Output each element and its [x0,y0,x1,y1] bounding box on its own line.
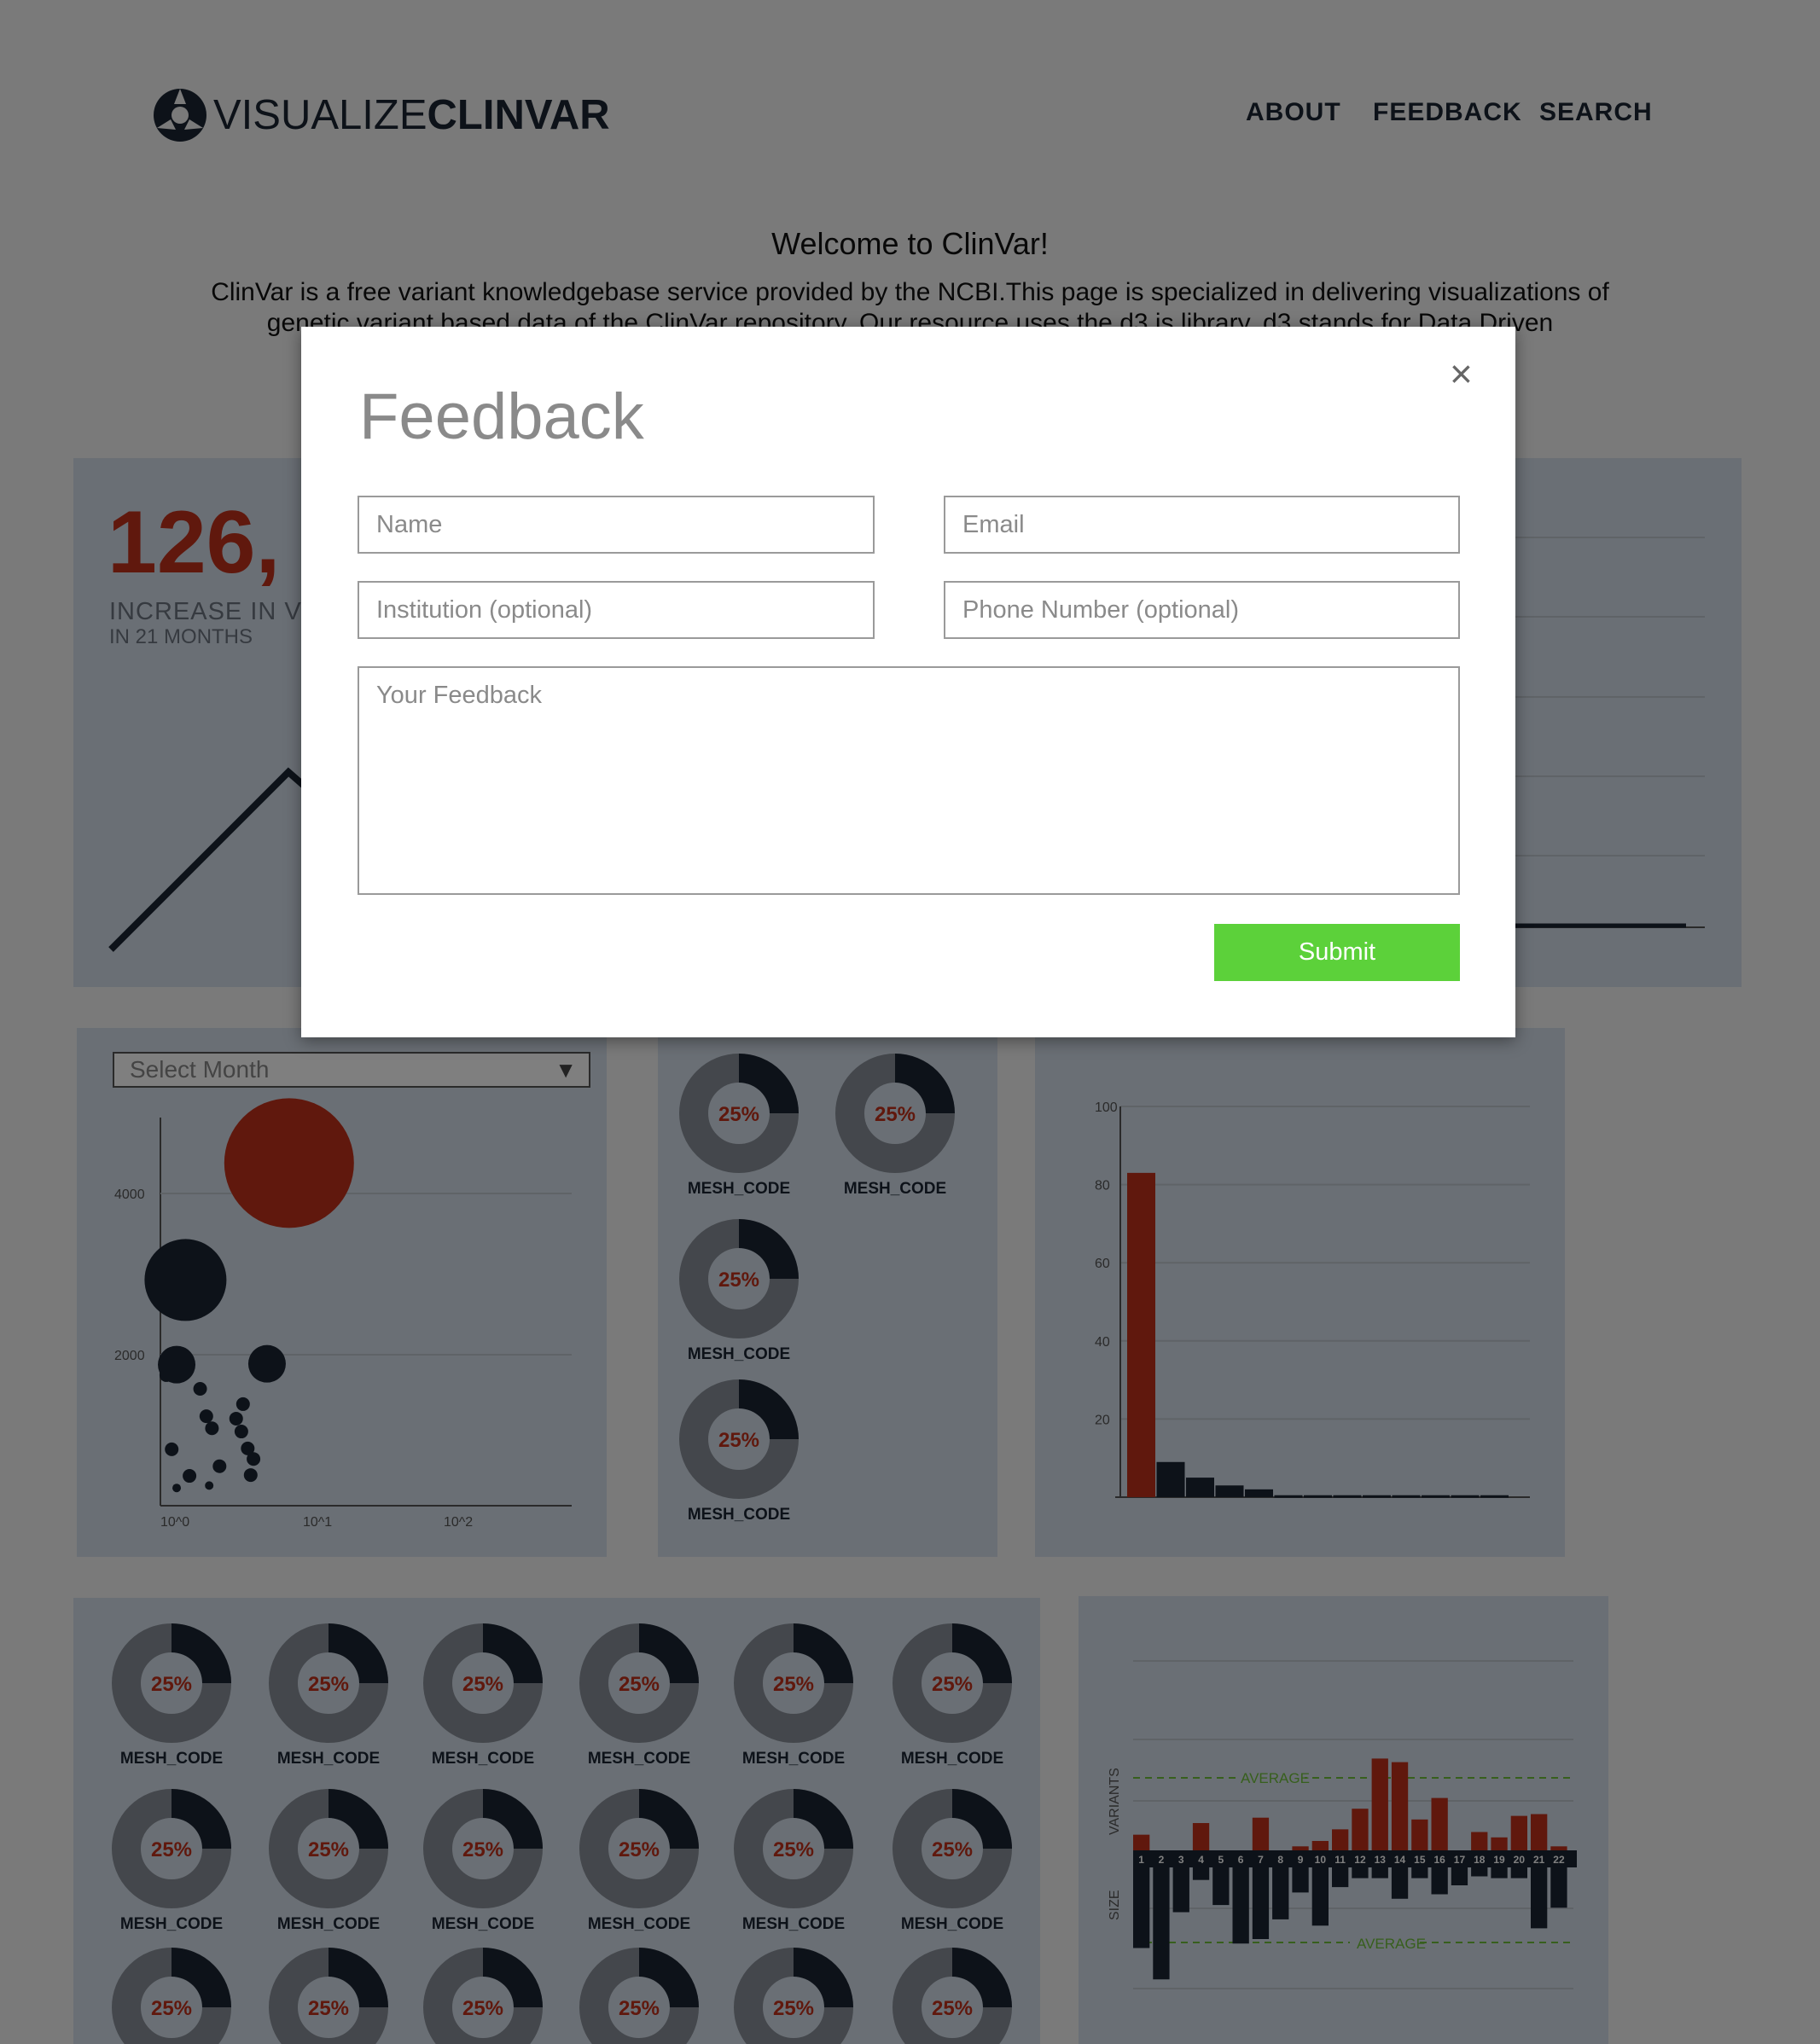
phone-field[interactable] [944,581,1460,639]
submit-button[interactable]: Submit [1214,924,1460,981]
modal-title: Feedback [359,380,644,453]
feedback-modal: Feedback × Submit [301,327,1515,1037]
feedback-textarea[interactable] [358,666,1460,895]
email-field[interactable] [944,496,1460,554]
name-field[interactable] [358,496,875,554]
close-icon[interactable]: × [1450,354,1473,393]
institution-field[interactable] [358,581,875,639]
